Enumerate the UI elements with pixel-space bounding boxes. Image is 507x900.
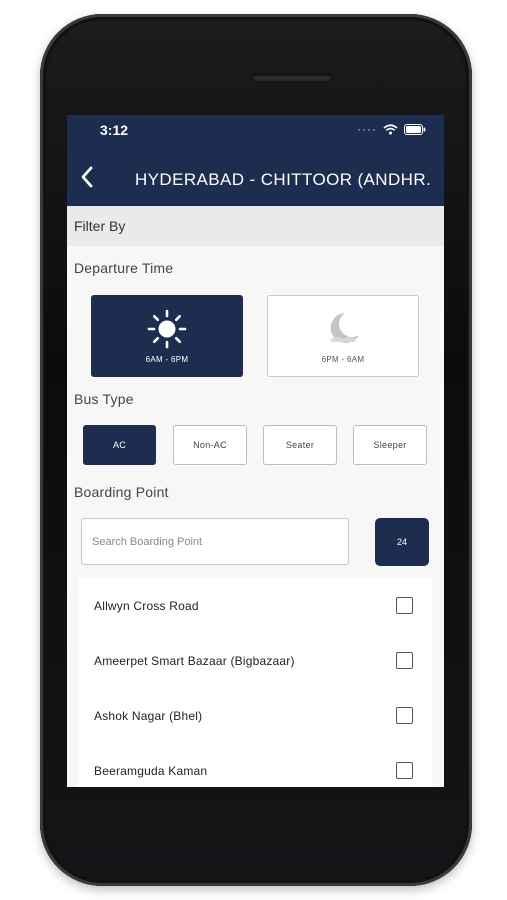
departure-night-option[interactable]: 6PM - 6AM xyxy=(267,295,419,377)
boarding-search-input[interactable] xyxy=(81,518,349,565)
departure-day-option[interactable]: 6AM - 6PM xyxy=(91,295,243,377)
bus-type-seater[interactable]: Seater xyxy=(263,425,337,465)
departure-day-label: 6AM - 6PM xyxy=(145,354,189,364)
signal-icon: ···· xyxy=(357,122,377,136)
list-item[interactable]: Ashok Nagar (Bhel) xyxy=(78,688,432,743)
departure-time-label: Departure Time xyxy=(74,260,174,276)
boarding-point-checkbox[interactable] xyxy=(396,762,413,779)
wifi-icon xyxy=(383,123,398,135)
bus-type-ac-label: AC xyxy=(112,440,127,450)
bus-type-ac[interactable]: AC xyxy=(83,425,156,465)
boarding-count-button[interactable]: 24 xyxy=(375,518,429,566)
boarding-point-checkbox[interactable] xyxy=(396,707,413,724)
boarding-point-name: Beeramguda Kaman xyxy=(94,763,208,778)
boarding-point-checkbox[interactable] xyxy=(396,652,413,669)
bus-type-label: Bus Type xyxy=(74,391,134,407)
moon-icon xyxy=(330,312,359,343)
filter-by-header: Filter By xyxy=(67,206,444,246)
bus-type-non-ac-label: Non-AC xyxy=(193,440,227,450)
list-item[interactable]: Allwyn Cross Road xyxy=(78,578,432,633)
earpiece-speaker xyxy=(252,74,332,81)
list-item[interactable]: Ameerpet Smart Bazaar (Bigbazaar) xyxy=(78,633,432,688)
sun-icon xyxy=(147,309,187,348)
bus-type-sleeper[interactable]: Sleeper xyxy=(353,425,427,465)
status-icons: ···· xyxy=(357,122,426,136)
boarding-point-list: Allwyn Cross Road Ameerpet Smart Bazaar … xyxy=(78,578,432,787)
boarding-point-name: Ashok Nagar (Bhel) xyxy=(94,708,203,723)
bus-type-sleeper-label: Sleeper xyxy=(373,440,407,450)
boarding-point-name: Allwyn Cross Road xyxy=(94,598,199,613)
bus-type-non-ac[interactable]: Non-AC xyxy=(173,425,247,465)
app-screen: 3:12 ···· HYDERABAD - CHITTOOR (ANDHR...… xyxy=(67,115,444,787)
boarding-point-label: Boarding Point xyxy=(74,484,169,500)
bus-type-seater-label: Seater xyxy=(285,440,315,450)
status-time: 3:12 xyxy=(100,122,129,138)
filter-by-label: Filter By xyxy=(74,218,126,234)
back-arrow-icon[interactable] xyxy=(79,165,95,189)
route-title: HYDERABAD - CHITTOOR (ANDHR... xyxy=(135,170,430,189)
battery-icon xyxy=(404,123,426,135)
boarding-point-checkbox[interactable] xyxy=(396,597,413,614)
app-header: 3:12 ···· HYDERABAD - CHITTOOR (ANDHR... xyxy=(67,115,444,206)
departure-night-label: 6PM - 6AM xyxy=(321,354,365,364)
boarding-count: 24 xyxy=(396,537,407,547)
boarding-point-name: Ameerpet Smart Bazaar (Bigbazaar) xyxy=(94,653,295,668)
list-item[interactable]: Beeramguda Kaman xyxy=(78,743,432,787)
